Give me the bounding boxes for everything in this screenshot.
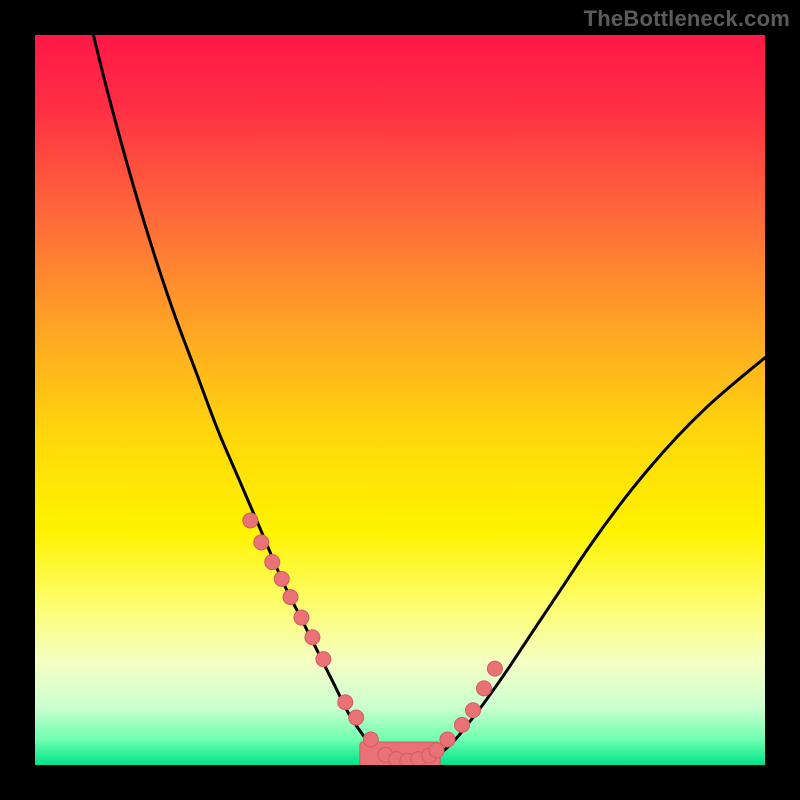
marker-dot <box>294 610 309 625</box>
marker-dot <box>440 732 455 747</box>
marker-dot <box>274 571 289 586</box>
marker-dot <box>316 652 331 667</box>
chart-frame: TheBottleneck.com <box>0 0 800 800</box>
marker-dot <box>455 717 470 732</box>
marker-dot <box>243 513 258 528</box>
bottleneck-chart-svg <box>35 35 765 765</box>
marker-dot <box>466 703 481 718</box>
marker-dot <box>363 732 378 747</box>
marker-dot <box>254 535 269 550</box>
marker-dot <box>305 630 320 645</box>
marker-dot <box>349 710 364 725</box>
marker-dot <box>487 661 502 676</box>
watermark-text: TheBottleneck.com <box>584 6 790 32</box>
plot-area <box>35 35 765 765</box>
marker-dot <box>476 681 491 696</box>
marker-dot <box>429 743 444 758</box>
gradient-background <box>35 35 765 765</box>
marker-dot <box>265 555 280 570</box>
marker-dot <box>338 695 353 710</box>
marker-dot <box>283 590 298 605</box>
